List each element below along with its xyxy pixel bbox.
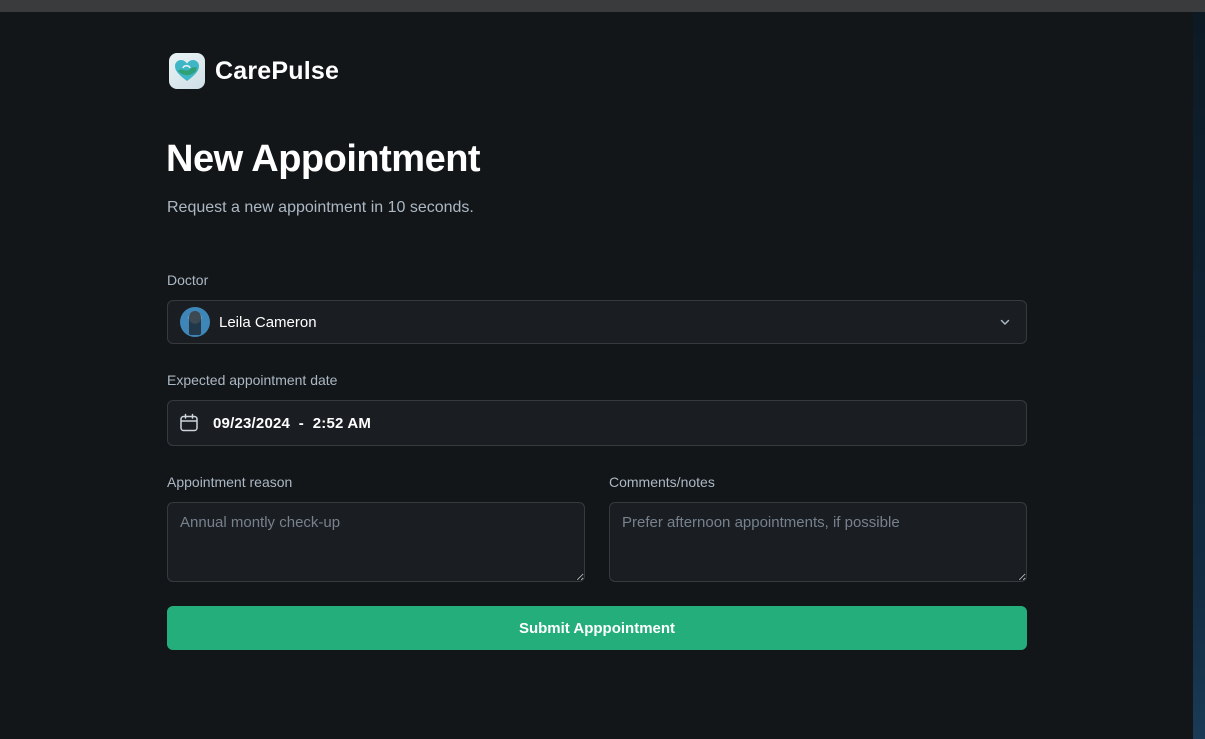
doctor-label: Doctor [167, 272, 209, 288]
page-subtitle: Request a new appointment in 10 seconds. [167, 199, 474, 216]
comments-notes-textarea[interactable] [609, 502, 1027, 582]
date-value: 09/23/2024 - 2:52 AM [213, 414, 372, 432]
date-label: Expected appointment date [167, 372, 338, 388]
reason-label: Appointment reason [167, 474, 293, 490]
date-picker-input[interactable]: 09/23/2024 - 2:52 AM [167, 400, 1027, 446]
doctor-selected-value: Leila Cameron [219, 313, 317, 331]
brand-logo[interactable]: CarePulse [169, 53, 339, 89]
page-title: New Appointment [166, 138, 481, 180]
chevron-down-icon [1000, 319, 1010, 325]
submit-appointment-button[interactable]: Submit Apppointment [167, 606, 1027, 650]
doctor-avatar [180, 307, 210, 337]
heart-logo-icon [169, 53, 205, 89]
appointment-reason-textarea[interactable] [167, 502, 585, 582]
doctor-select[interactable]: Leila Cameron [167, 300, 1027, 344]
notes-label: Comments/notes [609, 474, 715, 490]
brand-name: CarePulse [215, 56, 340, 85]
browser-top-bar [0, 0, 1205, 12]
side-panel-edge [1193, 12, 1205, 739]
calendar-icon [180, 413, 198, 432]
